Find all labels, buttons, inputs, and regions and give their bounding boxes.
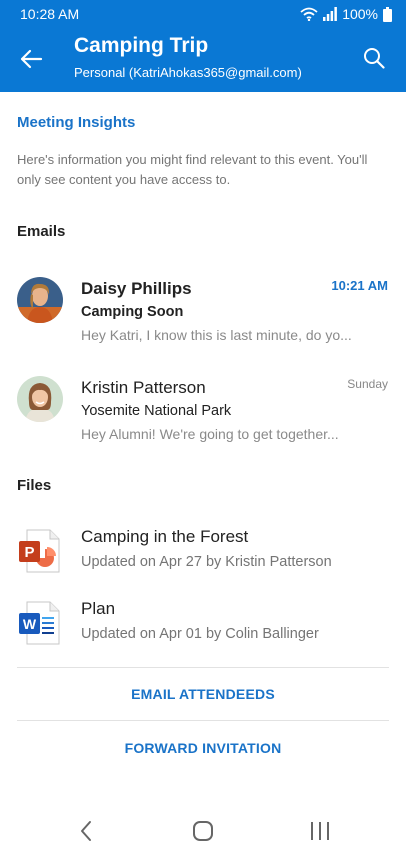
svg-text:P: P [24, 544, 34, 561]
email-time: 10:21 AM [331, 278, 388, 293]
avatar [17, 376, 63, 422]
emails-heading: Emails [17, 223, 66, 240]
header-title-block: Camping Trip Personal (KatriAhokas365@gm… [74, 33, 334, 82]
email-item[interactable]: Daisy Phillips 10:21 AM Camping Soon Hey… [0, 277, 406, 367]
system-recents-button[interactable] [300, 818, 340, 848]
home-icon [192, 820, 214, 847]
word-file-icon: W [17, 601, 61, 645]
file-item[interactable]: P Camping in the Forest Updated on Apr 2… [0, 527, 406, 587]
svg-text:W: W [23, 616, 37, 632]
system-back-button[interactable] [66, 818, 106, 848]
status-icons: 100% [300, 5, 392, 23]
system-home-button[interactable] [183, 818, 223, 848]
page-title: Camping Trip [74, 34, 209, 57]
recents-icon [309, 820, 331, 847]
powerpoint-file-icon: P [17, 529, 61, 573]
search-icon [363, 47, 385, 74]
divider [17, 720, 389, 721]
email-subject: Yosemite National Park [81, 403, 232, 419]
email-preview: Hey Katri, I know this is last minute, d… [81, 327, 352, 343]
status-bar: 10:28 AM 100% [0, 0, 406, 28]
back-arrow-icon [19, 49, 43, 74]
system-nav-bar [0, 806, 406, 858]
back-button[interactable] [14, 44, 48, 78]
email-preview: Hey Alumni! We're going to get together.… [81, 426, 339, 442]
wifi-icon [300, 7, 318, 21]
email-sender: Daisy Phillips [81, 279, 192, 298]
file-name: Plan [81, 599, 116, 618]
signal-icon [323, 7, 338, 21]
file-meta: Updated on Apr 01 by Colin Ballinger [81, 626, 319, 642]
chevron-left-icon [79, 820, 93, 847]
email-time: Sunday [347, 377, 388, 391]
email-subject: Camping Soon [81, 304, 184, 320]
status-time: 10:28 AM [20, 6, 80, 22]
app-bar: 10:28 AM 100% Camping Trip Personal (Kat… [0, 0, 406, 92]
file-name: Camping in the Forest [81, 527, 249, 546]
forward-invitation-button[interactable]: FORWARD INVITATION [17, 722, 389, 774]
file-item[interactable]: W Plan Updated on Apr 01 by Colin Ballin… [0, 599, 406, 659]
email-attendees-button[interactable]: EMAIL ATTENDEEDS [17, 668, 389, 720]
search-button[interactable] [358, 44, 390, 76]
insights-description: Here's information you might find releva… [17, 152, 368, 187]
files-heading: Files [17, 477, 52, 494]
battery-percent: 100% [342, 6, 378, 22]
avatar [17, 277, 63, 323]
meeting-insights-title: Meeting Insights [17, 114, 136, 131]
battery-icon [383, 6, 392, 22]
file-meta: Updated on Apr 27 by Kristin Patterson [81, 554, 332, 570]
email-sender: Kristin Patterson [81, 378, 206, 397]
calendar-account: Personal (KatriAhokas365@gmail.com) [74, 65, 302, 80]
email-item[interactable]: Kristin Patterson Sunday Yosemite Nation… [0, 376, 406, 466]
